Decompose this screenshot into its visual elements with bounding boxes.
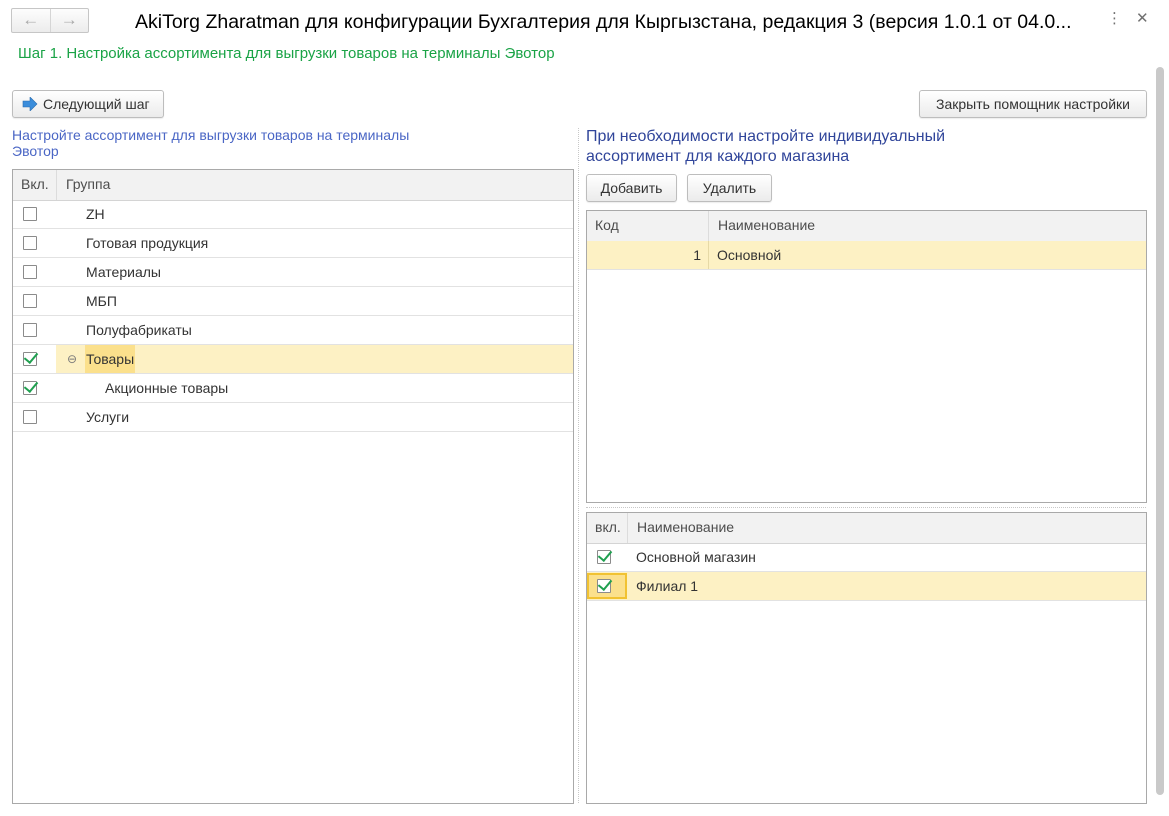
vertical-splitter[interactable] <box>578 128 579 803</box>
arrow-right-blue-icon <box>22 97 38 111</box>
table-row[interactable]: Филиал 1 <box>587 572 1146 601</box>
code-cell: 1 <box>693 247 701 263</box>
enabled-checkbox[interactable] <box>23 265 37 279</box>
column-header-store-name[interactable]: Наименование <box>627 513 1146 543</box>
collapse-icon[interactable]: ⊖ <box>67 345 77 373</box>
table-row[interactable]: Материалы <box>13 258 573 287</box>
stores-table: вкл. Наименование Основной магазин Филиал… <box>586 512 1147 804</box>
table-row[interactable]: Услуги <box>13 403 573 432</box>
table-row[interactable]: Акционные товары <box>13 374 573 403</box>
group-label: ZH <box>86 206 105 222</box>
enabled-checkbox[interactable] <box>23 381 37 395</box>
assortment-table: Код Наименование 1 Основной <box>586 210 1147 503</box>
column-header-name[interactable]: Наименование <box>708 211 1146 241</box>
close-icon[interactable]: ✕ <box>1136 10 1149 28</box>
enabled-checkbox[interactable] <box>23 352 37 366</box>
table-row[interactable]: ZH <box>13 200 573 229</box>
delete-button[interactable]: Удалить <box>687 174 772 202</box>
table-row[interactable]: МБП <box>13 287 573 316</box>
group-label: Полуфабрикаты <box>86 322 192 338</box>
enabled-checkbox[interactable] <box>23 410 37 424</box>
store-enabled-checkbox[interactable] <box>597 579 611 593</box>
column-header-enabled[interactable]: Вкл. <box>21 170 61 200</box>
store-name-cell: Филиал 1 <box>636 578 699 594</box>
window-scrollbar[interactable] <box>1156 67 1164 795</box>
name-cell: Основной <box>717 247 782 263</box>
column-header-store-enabled[interactable]: вкл. <box>595 513 631 543</box>
group-label: Материалы <box>86 264 161 280</box>
group-label: МБП <box>86 293 117 309</box>
table-row[interactable]: ⊖ Товары <box>13 345 573 374</box>
arrow-left-icon[interactable]: ← <box>12 9 51 32</box>
group-label: Акционные товары <box>105 380 229 396</box>
cell-separator <box>708 241 709 269</box>
store-enabled-checkbox[interactable] <box>597 550 611 564</box>
table-row[interactable]: Основной магазин <box>587 543 1146 572</box>
table-row[interactable]: Полуфабрикаты <box>13 316 573 345</box>
enabled-checkbox[interactable] <box>23 323 37 337</box>
next-step-label: Следующий шаг <box>43 96 150 112</box>
groups-table-header: Вкл. Группа <box>13 170 573 201</box>
more-vertical-icon[interactable]: ⋮ <box>1107 10 1122 28</box>
column-header-code[interactable]: Код <box>595 211 705 241</box>
group-label: Товары <box>85 345 136 373</box>
add-button[interactable]: Добавить <box>586 174 677 202</box>
enabled-checkbox[interactable] <box>23 294 37 308</box>
stores-table-header: вкл. Наименование <box>587 513 1146 544</box>
window-title: AkiTorg Zharatman для конфигурации Бухга… <box>135 11 1072 33</box>
table-row[interactable]: 1 Основной <box>587 241 1146 270</box>
table-row[interactable]: Готовая продукция <box>13 229 573 258</box>
right-hint: При необходимости настройте индивидуальн… <box>586 128 946 165</box>
step-title: Шаг 1. Настройка ассортимента для выгруз… <box>18 45 555 62</box>
enabled-checkbox[interactable] <box>23 207 37 221</box>
column-header-group[interactable]: Группа <box>56 170 556 200</box>
horizontal-splitter[interactable] <box>586 507 1146 508</box>
arrow-right-icon[interactable]: → <box>51 9 89 32</box>
next-step-button[interactable]: Следующий шаг <box>12 90 164 118</box>
assortment-table-header: Код Наименование <box>587 211 1146 242</box>
enabled-checkbox[interactable] <box>23 236 37 250</box>
store-name-cell: Основной магазин <box>636 549 756 565</box>
close-assistant-button[interactable]: Закрыть помощник настройки <box>919 90 1147 118</box>
navigation-buttons: ← → <box>11 8 89 33</box>
left-hint: Настройте ассортимент для выгрузки товар… <box>12 127 410 159</box>
group-label: Услуги <box>86 409 130 425</box>
groups-table: Вкл. Группа ZH Готовая продукция Материалы… <box>12 169 574 804</box>
group-label: Готовая продукция <box>86 235 209 251</box>
